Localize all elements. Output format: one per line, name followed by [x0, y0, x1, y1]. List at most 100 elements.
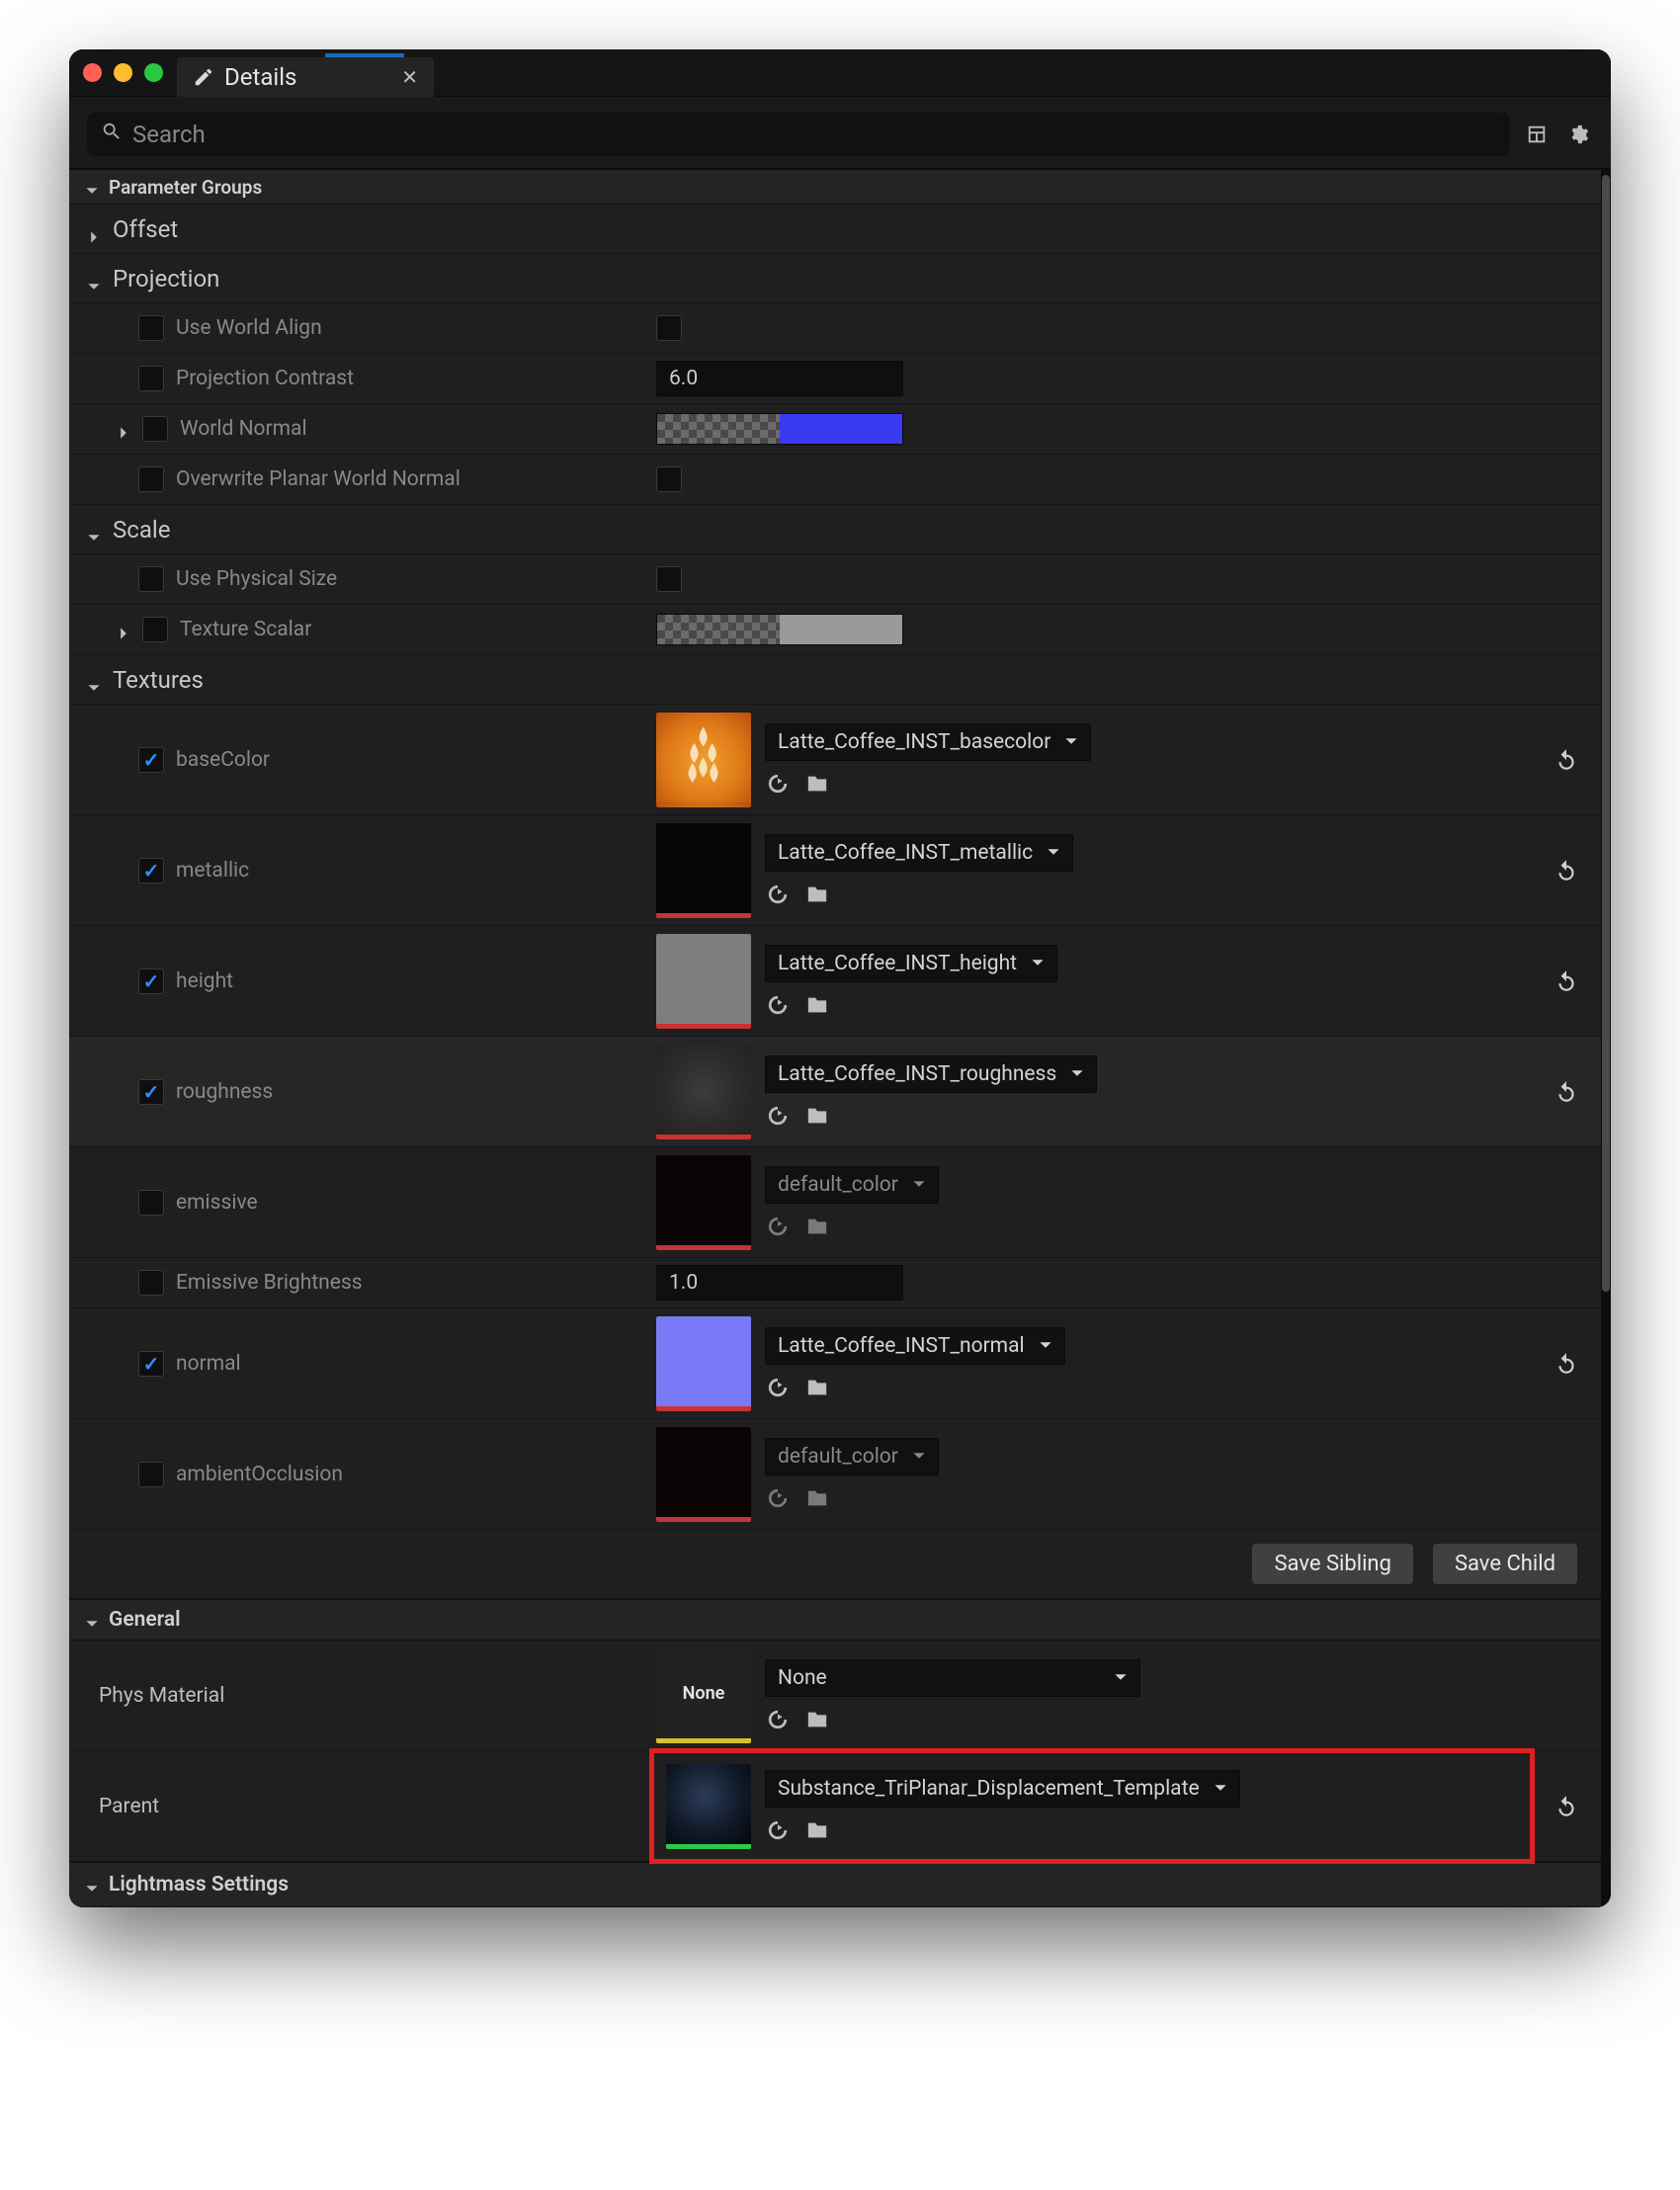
color-swatch[interactable] [656, 614, 903, 645]
pencil-icon [193, 66, 214, 88]
param-label: emissive [176, 1191, 258, 1215]
override-checkbox[interactable] [138, 466, 164, 492]
browse-asset-icon[interactable] [804, 771, 830, 797]
override-checkbox[interactable] [138, 566, 164, 592]
reset-to-default[interactable] [1532, 705, 1601, 814]
save-child-button[interactable]: Save Child [1433, 1544, 1577, 1584]
maximize-window-button[interactable] [144, 63, 163, 82]
value-checkbox[interactable] [656, 315, 682, 341]
browse-asset-icon[interactable] [804, 1485, 830, 1511]
minimize-window-button[interactable] [114, 63, 132, 82]
group-offset[interactable]: Offset [69, 205, 1601, 254]
use-selected-icon[interactable] [765, 1817, 791, 1843]
override-checkbox[interactable] [138, 747, 164, 773]
chevron-down-icon [1039, 1334, 1052, 1358]
override-checkbox[interactable] [138, 315, 164, 341]
chevron-down-icon [1031, 952, 1045, 975]
save-sibling-button[interactable]: Save Sibling [1252, 1544, 1412, 1584]
number-input[interactable]: 1.0 [656, 1265, 903, 1301]
scroll-thumb[interactable] [1602, 175, 1610, 1292]
asset-picker[interactable]: Latte_Coffee_INST_height [765, 945, 1057, 982]
asset-picker[interactable]: Substance_TriPlanar_Displacement_Templat… [765, 1770, 1240, 1808]
use-selected-icon[interactable] [765, 1103, 791, 1129]
use-selected-icon[interactable] [765, 1707, 791, 1732]
asset-picker[interactable]: Latte_Coffee_INST_roughness [765, 1055, 1097, 1093]
section-lightmass[interactable]: Lightmass Settings [69, 1862, 1601, 1907]
group-scale[interactable]: Scale [69, 505, 1601, 554]
param-label: Use Physical Size [176, 567, 337, 591]
gear-icon[interactable] [1563, 120, 1593, 149]
caret-right-icon[interactable] [117, 422, 130, 436]
override-checkbox[interactable] [138, 1351, 164, 1377]
override-checkbox[interactable] [138, 1190, 164, 1216]
color-swatch[interactable] [656, 413, 903, 445]
asset-picker[interactable]: None [765, 1659, 1140, 1697]
texture-thumbnail[interactable] [656, 713, 751, 807]
reset-to-default[interactable] [1532, 815, 1601, 925]
row-emissive-brightness: Emissive Brightness 1.0 [69, 1258, 1601, 1308]
param-label: height [176, 969, 233, 993]
browse-asset-icon[interactable] [804, 1707, 830, 1732]
texture-thumbnail[interactable] [666, 1764, 751, 1849]
override-checkbox[interactable] [138, 858, 164, 884]
search-input[interactable]: Search [87, 113, 1510, 156]
browse-asset-icon[interactable] [804, 882, 830, 907]
texture-thumbnail[interactable] [656, 1155, 751, 1250]
section-label: Lightmass Settings [109, 1873, 289, 1896]
close-window-button[interactable] [83, 63, 102, 82]
override-checkbox[interactable] [142, 617, 168, 642]
browse-asset-icon[interactable] [804, 1103, 830, 1129]
value-checkbox[interactable] [656, 466, 682, 492]
value-checkbox[interactable] [656, 566, 682, 592]
use-selected-icon[interactable] [765, 882, 791, 907]
use-selected-icon[interactable] [765, 992, 791, 1018]
browse-asset-icon[interactable] [804, 1817, 830, 1843]
scrollbar[interactable] [1601, 169, 1611, 1907]
browse-asset-icon[interactable] [804, 1214, 830, 1239]
texture-thumbnail[interactable] [656, 1427, 751, 1522]
group-textures[interactable]: Textures [69, 655, 1601, 705]
reset-to-default[interactable] [1532, 1037, 1601, 1146]
window-controls [83, 63, 163, 82]
use-selected-icon[interactable] [765, 1375, 791, 1400]
asset-picker[interactable]: Latte_Coffee_INST_normal [765, 1327, 1065, 1365]
asset-picker[interactable]: default_color [765, 1166, 939, 1204]
section-general[interactable]: General [69, 1599, 1601, 1641]
section-parameter-groups[interactable]: Parameter Groups [69, 169, 1601, 205]
tab-close-icon[interactable]: ✕ [401, 65, 418, 89]
reset-to-default[interactable] [1532, 926, 1601, 1036]
asset-name: Latte_Coffee_INST_basecolor [778, 730, 1050, 754]
group-projection[interactable]: Projection [69, 254, 1601, 303]
texture-thumbnail[interactable]: None [656, 1648, 751, 1743]
reset-to-default[interactable] [1532, 1308, 1601, 1418]
override-checkbox[interactable] [138, 1079, 164, 1105]
use-selected-icon[interactable] [765, 1214, 791, 1239]
row-phys-material: Phys Material None None [69, 1641, 1601, 1751]
number-input[interactable]: 6.0 [656, 361, 903, 396]
override-checkbox[interactable] [138, 1462, 164, 1487]
texture-thumbnail[interactable] [656, 1045, 751, 1139]
texture-thumbnail[interactable] [656, 934, 751, 1029]
texture-thumbnail[interactable] [656, 823, 751, 918]
browse-asset-icon[interactable] [804, 1375, 830, 1400]
row-normal: normal Latte_Coffee_INST_normal [69, 1308, 1601, 1419]
override-checkbox[interactable] [138, 366, 164, 391]
override-checkbox[interactable] [138, 969, 164, 994]
chevron-down-icon [1214, 1777, 1227, 1801]
tab-details[interactable]: Details ✕ [177, 57, 434, 97]
asset-picker[interactable]: default_color [765, 1438, 939, 1475]
texture-thumbnail[interactable] [656, 1316, 751, 1411]
panel-layout-icon[interactable] [1522, 120, 1552, 149]
details-panel-window: Details ✕ Search Parameter Groups [69, 49, 1611, 1907]
use-selected-icon[interactable] [765, 1485, 791, 1511]
browse-asset-icon[interactable] [804, 992, 830, 1018]
caret-right-icon[interactable] [117, 623, 130, 636]
asset-picker[interactable]: Latte_Coffee_INST_basecolor [765, 723, 1091, 761]
override-checkbox[interactable] [138, 1270, 164, 1296]
number-value: 1.0 [669, 1271, 698, 1295]
use-selected-icon[interactable] [765, 771, 791, 797]
asset-picker[interactable]: Latte_Coffee_INST_metallic [765, 834, 1073, 872]
override-checkbox[interactable] [142, 416, 168, 442]
row-parent: Parent Substance_TriPlanar_Displacement_… [69, 1751, 1601, 1862]
reset-to-default[interactable] [1532, 1751, 1601, 1861]
